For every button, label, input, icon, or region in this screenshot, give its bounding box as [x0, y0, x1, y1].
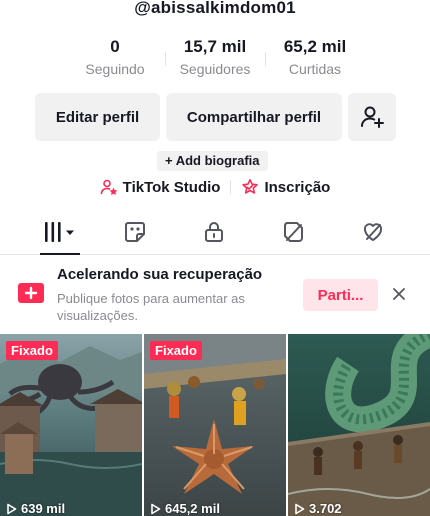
view-count-label: 639 mil: [21, 501, 66, 516]
promo-subtitle: Publique fotos para aumentar as visualiz…: [57, 291, 245, 323]
video-thumbnail[interactable]: Fixado 645,2 mil: [144, 334, 286, 516]
stat-followers-value: 15,7 mil: [183, 37, 247, 56]
stat-following[interactable]: 0 Seguindo: [65, 36, 165, 77]
subscription-icon: [242, 179, 259, 194]
sticker-icon: [125, 222, 145, 242]
view-count: 645,2 mil: [150, 501, 220, 516]
profile-tabs: [0, 210, 430, 255]
lock-icon: [205, 222, 223, 242]
thumbnail-image: [0, 334, 142, 516]
stat-following-value: 0: [110, 37, 120, 56]
subscription-link[interactable]: Inscrição: [241, 178, 330, 196]
subscription-label: Inscrição: [264, 178, 331, 196]
video-grid: Fixado 639 mil Fixado 645,2 mil 3.702: [0, 334, 430, 516]
tag-icon: [284, 222, 303, 242]
video-thumbnail[interactable]: Fixado 639 mil: [0, 334, 142, 516]
add-bio-button[interactable]: + Add biografia: [157, 151, 268, 171]
promo-banner: Acelerando sua recuperação Publique foto…: [0, 255, 430, 332]
view-count: 3.702: [294, 501, 342, 516]
stat-followers[interactable]: 15,7 mil Seguidores: [165, 36, 265, 77]
pinned-badge: Fixado: [6, 341, 58, 360]
play-icon: [151, 503, 161, 514]
tiktok-studio-link[interactable]: TikTok Studio: [100, 178, 221, 196]
stat-likes[interactable]: 65,2 mil Curtidas: [265, 36, 365, 77]
edit-profile-button[interactable]: Editar perfil: [35, 93, 160, 141]
add-post-icon: [18, 283, 44, 303]
tab-favorites[interactable]: [272, 218, 316, 246]
grid-icon: [45, 222, 74, 242]
heart-icon: [363, 223, 383, 241]
tab-reposts[interactable]: [113, 218, 157, 246]
play-icon: [295, 503, 305, 514]
links-divider: [230, 180, 232, 194]
play-icon: [7, 503, 17, 514]
stats-row: 0 Seguindo 15,7 mil Seguidores 65,2 mil …: [0, 36, 430, 77]
username: @abissalkimdom01: [134, 0, 296, 17]
profile-links: TikTok Studio Inscrição: [0, 178, 430, 196]
tab-videos[interactable]: [38, 218, 82, 246]
stat-followers-label: Seguidores: [179, 61, 251, 77]
stat-following-label: Seguindo: [85, 61, 145, 77]
view-count-label: 645,2 mil: [165, 501, 220, 516]
tiktok-studio-label: TikTok Studio: [122, 178, 221, 196]
view-count-label: 3.702: [309, 501, 342, 516]
studio-icon: [100, 179, 118, 195]
pinned-badge: Fixado: [150, 341, 202, 360]
thumbnail-image: [144, 334, 286, 516]
tab-private[interactable]: [192, 218, 236, 246]
share-profile-button[interactable]: Compartilhar perfil: [166, 93, 342, 141]
add-friend-button[interactable]: [348, 93, 396, 141]
promo-action-button[interactable]: Parti...: [303, 279, 378, 311]
view-count: 639 mil: [6, 501, 65, 516]
thumbnail-image: [288, 334, 430, 516]
profile-actions: Editar perfil Compartilhar perfil: [35, 93, 396, 141]
stat-likes-label: Curtidas: [288, 61, 342, 77]
stat-likes-value: 65,2 mil: [283, 37, 347, 56]
video-thumbnail[interactable]: 3.702: [288, 334, 430, 516]
add-user-icon: [361, 106, 384, 128]
close-icon[interactable]: [390, 285, 408, 303]
promo-title: Acelerando sua recuperação: [57, 266, 263, 283]
tab-liked[interactable]: [351, 218, 395, 246]
